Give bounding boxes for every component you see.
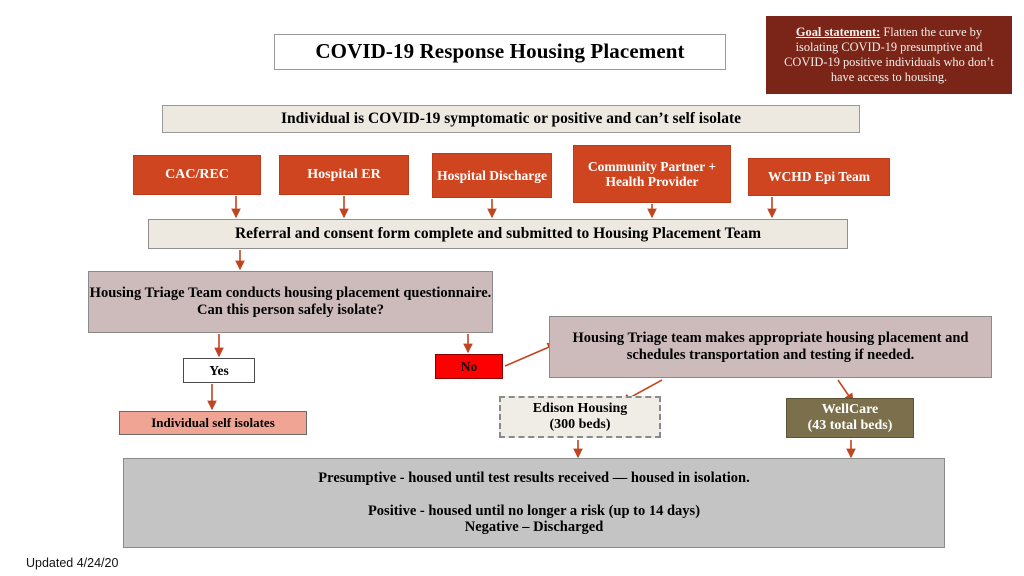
triage-placement-box: Housing Triage team makes appropriate ho…	[549, 316, 992, 378]
source-box-community-partner: Community Partner + Health Provider	[573, 145, 731, 203]
individual-condition-label: Individual is COVID-19 symptomatic or po…	[281, 110, 741, 128]
source-label-community-partner: Community Partner + Health Provider	[587, 158, 717, 189]
goal-statement-lead: Goal statement:	[795, 24, 881, 39]
individual-condition-banner: Individual is COVID-19 symptomatic or po…	[162, 105, 860, 133]
source-box-wchd-epi-team: WCHD Epi Team	[748, 158, 890, 196]
outcome-edison-housing: Edison Housing (300 beds)	[499, 396, 661, 438]
page-title-label: COVID-19 Response Housing Placement	[315, 39, 685, 64]
source-label-wchd-epi-team: WCHD Epi Team	[767, 169, 871, 185]
triage-placement-label: Housing Triage team makes appropriate ho…	[572, 330, 969, 363]
outcome-wellcare: WellCare (43 total beds)	[786, 398, 914, 438]
triage-questionnaire-box: Housing Triage Team conducts housing pla…	[88, 271, 493, 333]
summary-line-presumptive: Presumptive - housed until test results …	[318, 470, 750, 487]
goal-statement-callout: Goal statement: Flatten the curve by iso…	[766, 16, 1012, 94]
outcome-self-isolate: Individual self isolates	[119, 411, 307, 435]
summary-line-negative: Negative – Discharged	[464, 519, 604, 536]
decision-no-label: No	[460, 358, 478, 374]
outcome-self-isolate-label: Individual self isolates	[151, 414, 275, 430]
source-label-hospital-er: Hospital ER	[307, 167, 381, 183]
wellcare-name: WellCare	[821, 402, 879, 418]
wellcare-capacity: (43 total beds)	[807, 418, 893, 433]
triage-question-line-1: Housing Triage Team conducts housing pla…	[89, 285, 492, 302]
decision-yes-label: Yes	[209, 362, 229, 378]
source-box-hospital-er: Hospital ER	[279, 155, 409, 195]
source-label-cac-rec: CAC/REC	[165, 167, 229, 183]
source-box-cac-rec: CAC/REC	[133, 155, 261, 195]
triage-question-line-2: Can this person safely isolate?	[197, 302, 384, 318]
footer-updated-date: Updated 4/24/20	[26, 556, 119, 570]
decision-yes-box: Yes	[183, 358, 255, 383]
edison-housing-name: Edison Housing	[532, 401, 628, 417]
referral-consent-label: Referral and consent form complete and s…	[234, 225, 762, 243]
edison-housing-capacity: (300 beds)	[549, 417, 611, 432]
referral-consent-banner: Referral and consent form complete and s…	[148, 219, 848, 249]
decision-no-box: No	[435, 354, 503, 379]
summary-line-positive: Positive - housed until no longer a risk…	[367, 502, 701, 519]
slide-canvas: Goal statement: Flatten the curve by iso…	[0, 0, 1024, 576]
housing-duration-summary: Presumptive - housed until test results …	[123, 458, 945, 548]
source-box-hospital-discharge: Hospital Discharge	[432, 153, 552, 198]
page-title: COVID-19 Response Housing Placement	[274, 34, 726, 70]
source-label-hospital-discharge: Hospital Discharge	[437, 167, 547, 183]
